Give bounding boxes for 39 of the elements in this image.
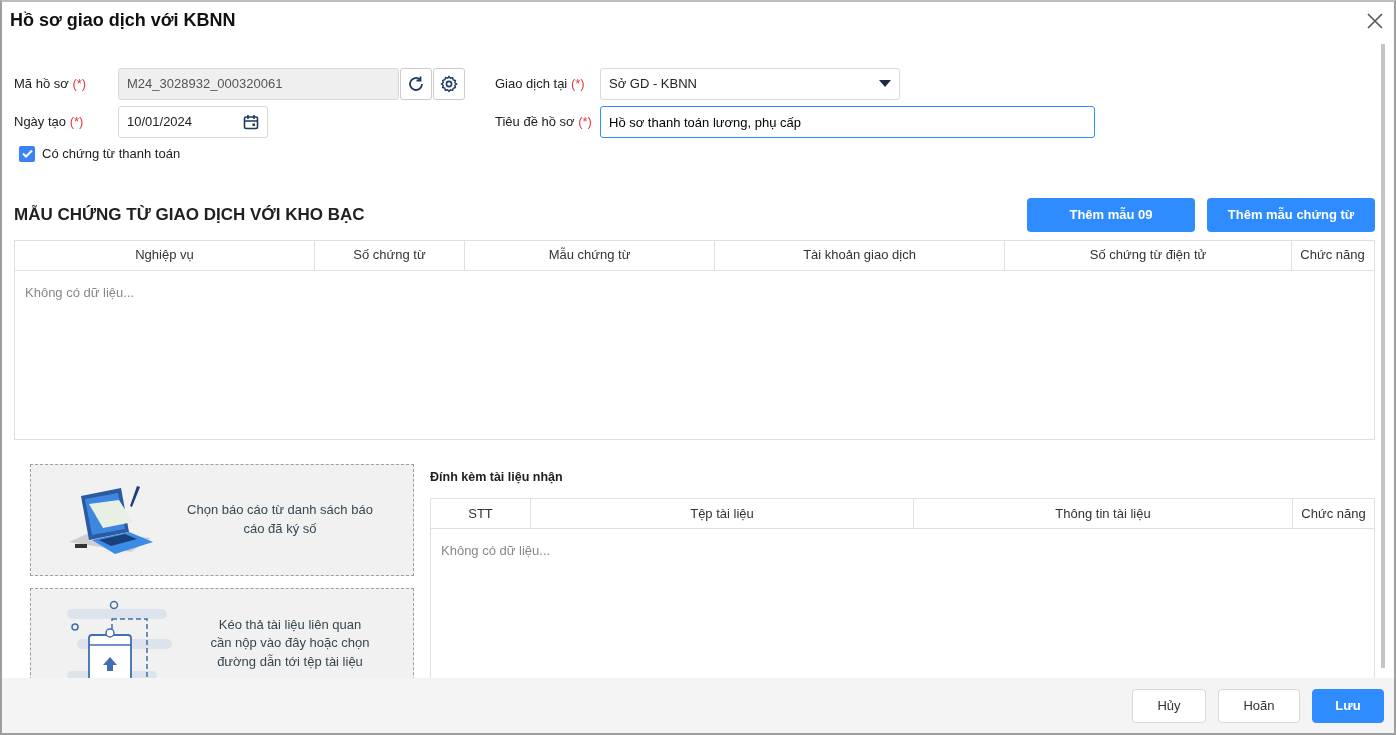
field-label: Tiêu đề hồ sơ (*) [495, 113, 593, 132]
refresh-button[interactable] [400, 68, 432, 100]
column-header: Số chứng từ điện tử [1005, 240, 1292, 270]
transaction-location-dropdown[interactable]: Sở GD - KBNN [600, 68, 900, 100]
checkbox-label: Có chứng từ thanh toán [42, 145, 181, 163]
column-header: Nghiệp vụ [15, 240, 315, 270]
upload-instruction: Chọn báo cáo từ danh sách báo cáo đã ký số [186, 501, 374, 538]
section-title: MẪU CHỨNG TỪ GIAO DỊCH VỚI KHO BẠC [14, 203, 365, 226]
calendar-icon [243, 114, 259, 130]
upload-drop-zone[interactable]: Kéo thả tài liệu liên quan cần nộp vào đây hoặc chọn đường dẫn tới tệp tài liệu [30, 587, 414, 678]
settings-button[interactable] [433, 68, 465, 100]
column-header: Chức năng [1299, 246, 1366, 265]
record-title-field[interactable]: Hồ sơ thanh toán lương, phụ cấp [600, 106, 1095, 138]
scrollbar[interactable] [1381, 44, 1385, 668]
column-header: Tài khoản giao dịch [715, 240, 1005, 270]
empty-message: Không có dữ liệu... [440, 542, 552, 561]
column-header: Tệp tài liệu [531, 499, 914, 529]
field-label: Ngày tạo (*) [13, 113, 85, 132]
column-header: STT [431, 499, 531, 529]
footer-button[interactable]: Hoãn [1218, 688, 1300, 723]
checkbox[interactable] [19, 145, 35, 162]
column-header: Số chứng từ [315, 240, 465, 270]
upload-instruction: Kéo thả tài liệu liên quan cần nộp vào đây hoặc chọn đường dẫn tới tệp tài liệu [209, 616, 371, 671]
dropdown-caret-icon [879, 80, 891, 88]
attachments-title: Đính kèm tài liệu nhận [430, 468, 564, 486]
column-header: Chức năng [1300, 505, 1367, 523]
field-label: Mã hồ sơ (*) [13, 75, 88, 94]
empty-message: Không có dữ liệu... [24, 283, 136, 302]
column-header: Mẫu chứng từ [465, 240, 715, 270]
close-icon [1366, 11, 1384, 30]
record-code-field: M24_3028932_000320061 [118, 68, 399, 100]
refresh-icon [407, 75, 425, 93]
settings-icon [440, 75, 458, 93]
dialog-title: Hồ sơ giao dịch với KBNN [10, 8, 236, 32]
footer-button[interactable]: Hủy [1132, 688, 1206, 723]
field-label: Giao dịch tại (*) [495, 75, 586, 94]
column-header: Thông tin tài liệu [914, 499, 1293, 529]
upload-drop-zone[interactable]: Chọn báo cáo từ danh sách báo cáo đã ký số [30, 463, 414, 576]
date-field[interactable]: 10/01/2024 [118, 106, 268, 138]
